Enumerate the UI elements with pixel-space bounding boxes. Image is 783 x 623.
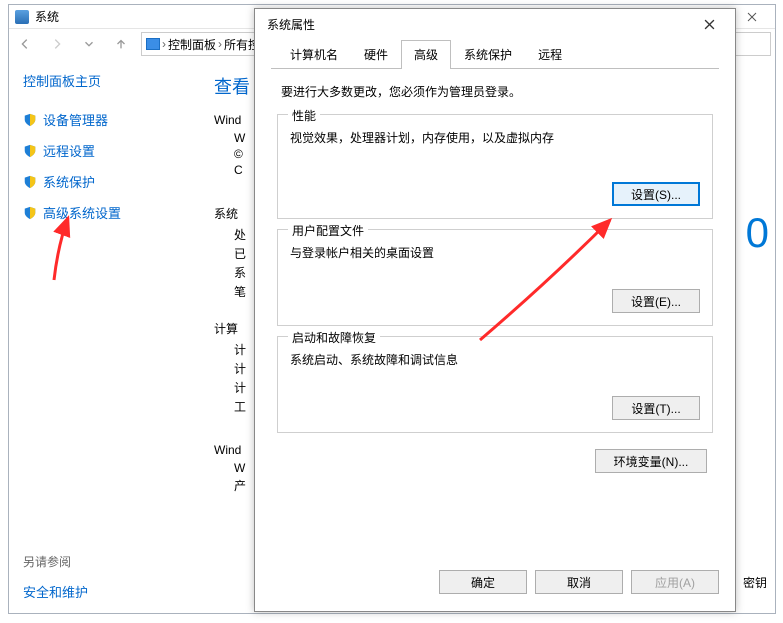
sidebar-item-label: 高级系统设置 bbox=[43, 203, 121, 222]
groupbox-performance: 性能 视觉效果，处理器计划，内存使用，以及虚拟内存 设置(S)... bbox=[277, 114, 713, 219]
breadcrumb-icon bbox=[146, 38, 160, 50]
shield-icon bbox=[23, 113, 37, 127]
dialog-titlebar: 系统属性 bbox=[255, 9, 735, 39]
system-icon bbox=[15, 10, 29, 24]
admin-notice: 要进行大多数更改，您必须作为管理员登录。 bbox=[277, 83, 713, 100]
sidebar-item-label: 设备管理器 bbox=[43, 110, 108, 129]
groupbox-legend: 启动和故障恢复 bbox=[288, 329, 380, 346]
groupbox-legend: 性能 bbox=[288, 107, 320, 124]
sidebar-item-system-protection[interactable]: 系统保护 bbox=[23, 168, 190, 195]
system-properties-dialog: 系统属性 计算机名 硬件 高级 系统保护 远程 要进行大多数更改，您必须作为管理… bbox=[254, 8, 736, 612]
groupbox-description: 视觉效果，处理器计划，内存使用，以及虚拟内存 bbox=[290, 129, 700, 146]
user-profiles-settings-button[interactable]: 设置(E)... bbox=[612, 289, 700, 313]
tabstrip: 计算机名 硬件 高级 系统保护 远程 bbox=[271, 39, 719, 69]
groupbox-startup-recovery: 启动和故障恢复 系统启动、系统故障和调试信息 设置(T)... bbox=[277, 336, 713, 433]
breadcrumb-seg-1[interactable]: 控制面板 bbox=[168, 36, 216, 53]
chevron-right-icon: › bbox=[218, 37, 222, 51]
nav-recent-dropdown[interactable] bbox=[77, 32, 101, 56]
windows-logo-partial: 0 bbox=[746, 209, 769, 257]
tab-advanced[interactable]: 高级 bbox=[401, 40, 451, 69]
apply-button[interactable]: 应用(A) bbox=[631, 570, 719, 594]
nav-up-button[interactable] bbox=[109, 32, 133, 56]
shield-icon bbox=[23, 175, 37, 189]
shield-icon bbox=[23, 144, 37, 158]
chevron-right-icon: › bbox=[162, 37, 166, 51]
dialog-title: 系统属性 bbox=[267, 16, 315, 33]
nav-back-button[interactable] bbox=[13, 32, 37, 56]
groupbox-user-profiles: 用户配置文件 与登录帐户相关的桌面设置 设置(E)... bbox=[277, 229, 713, 326]
partial-text: 密钥 bbox=[743, 574, 767, 591]
sidebar-item-device-manager[interactable]: 设备管理器 bbox=[23, 106, 190, 133]
see-also-link-security[interactable]: 安全和维护 bbox=[23, 580, 190, 603]
groupbox-description: 与登录帐户相关的桌面设置 bbox=[290, 244, 700, 261]
see-also-heading: 另请参阅 bbox=[23, 553, 190, 570]
tab-remote[interactable]: 远程 bbox=[525, 40, 575, 69]
tab-hardware[interactable]: 硬件 bbox=[351, 40, 401, 69]
tab-computer-name[interactable]: 计算机名 bbox=[277, 40, 351, 69]
dialog-footer: 确定 取消 应用(A) bbox=[255, 563, 735, 611]
startup-recovery-settings-button[interactable]: 设置(T)... bbox=[612, 396, 700, 420]
tab-system-protection[interactable]: 系统保护 bbox=[451, 40, 525, 69]
close-button-bgwin[interactable] bbox=[735, 7, 769, 27]
groupbox-legend: 用户配置文件 bbox=[288, 222, 368, 239]
ok-button[interactable]: 确定 bbox=[439, 570, 527, 594]
tab-pane-advanced: 要进行大多数更改，您必须作为管理员登录。 性能 视觉效果，处理器计划，内存使用，… bbox=[271, 69, 719, 479]
sidebar-heading[interactable]: 控制面板主页 bbox=[23, 71, 190, 90]
sidebar-item-label: 远程设置 bbox=[43, 141, 95, 160]
environment-variables-button[interactable]: 环境变量(N)... bbox=[595, 449, 707, 473]
sidebar-item-label: 系统保护 bbox=[43, 172, 95, 191]
close-button-dialog[interactable] bbox=[689, 12, 729, 36]
bgwin-title: 系统 bbox=[35, 8, 59, 25]
sidebar: 控制面板主页 设备管理器 远程设置 系统保护 bbox=[9, 59, 204, 613]
nav-forward-button[interactable] bbox=[45, 32, 69, 56]
sidebar-item-remote-settings[interactable]: 远程设置 bbox=[23, 137, 190, 164]
shield-icon bbox=[23, 206, 37, 220]
cancel-button[interactable]: 取消 bbox=[535, 570, 623, 594]
sidebar-item-advanced-system-settings[interactable]: 高级系统设置 bbox=[23, 199, 190, 226]
performance-settings-button[interactable]: 设置(S)... bbox=[612, 182, 700, 206]
groupbox-description: 系统启动、系统故障和调试信息 bbox=[290, 351, 700, 368]
